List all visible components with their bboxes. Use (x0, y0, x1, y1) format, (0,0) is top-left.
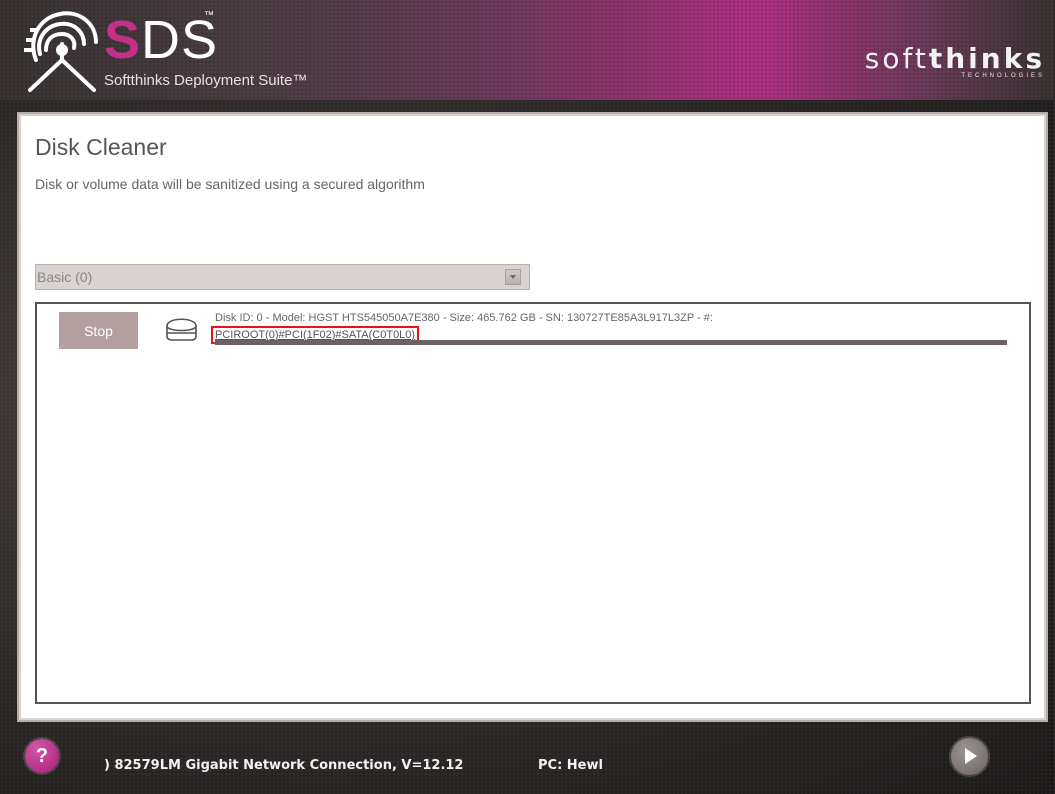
app-header: SDS ™ Softthinks Deployment Suite™ softt… (0, 0, 1055, 100)
trademark-mark: ™ (204, 10, 214, 21)
brand-name: softthinks (864, 42, 1045, 75)
hard-disk-icon (166, 318, 197, 341)
softthinks-brand: softthinks TECHNOLOGIES (865, 42, 1045, 79)
sds-logo-text: SDS (104, 10, 219, 70)
stop-button[interactable]: Stop (59, 312, 138, 349)
sds-logo-icon (24, 11, 98, 92)
disk-list: Stop Disk ID: 0 - Model: HGST HTS545050A… (35, 302, 1031, 704)
suite-name: Softthinks Deployment Suite™ (104, 72, 308, 89)
help-button[interactable]: ? (25, 739, 59, 773)
disk-info: Disk ID: 0 - Model: HGST HTS545050A7E380… (215, 312, 713, 324)
disk-type-select[interactable]: Basic (0) (35, 264, 530, 290)
pc-status: PC: Hewl (538, 758, 603, 773)
page-subtitle: Disk or volume data will be sanitized us… (35, 176, 425, 192)
main-panel: Disk Cleaner Disk or volume data will be… (21, 116, 1044, 718)
play-icon[interactable] (951, 738, 988, 775)
chevron-down-icon[interactable] (505, 269, 521, 285)
wipe-progress-bar (215, 340, 1007, 345)
network-status: ) 82579LM Gigabit Network Connection, V=… (104, 758, 464, 773)
page-title: Disk Cleaner (35, 134, 167, 160)
disk-type-select-value: Basic (0) (37, 269, 93, 285)
